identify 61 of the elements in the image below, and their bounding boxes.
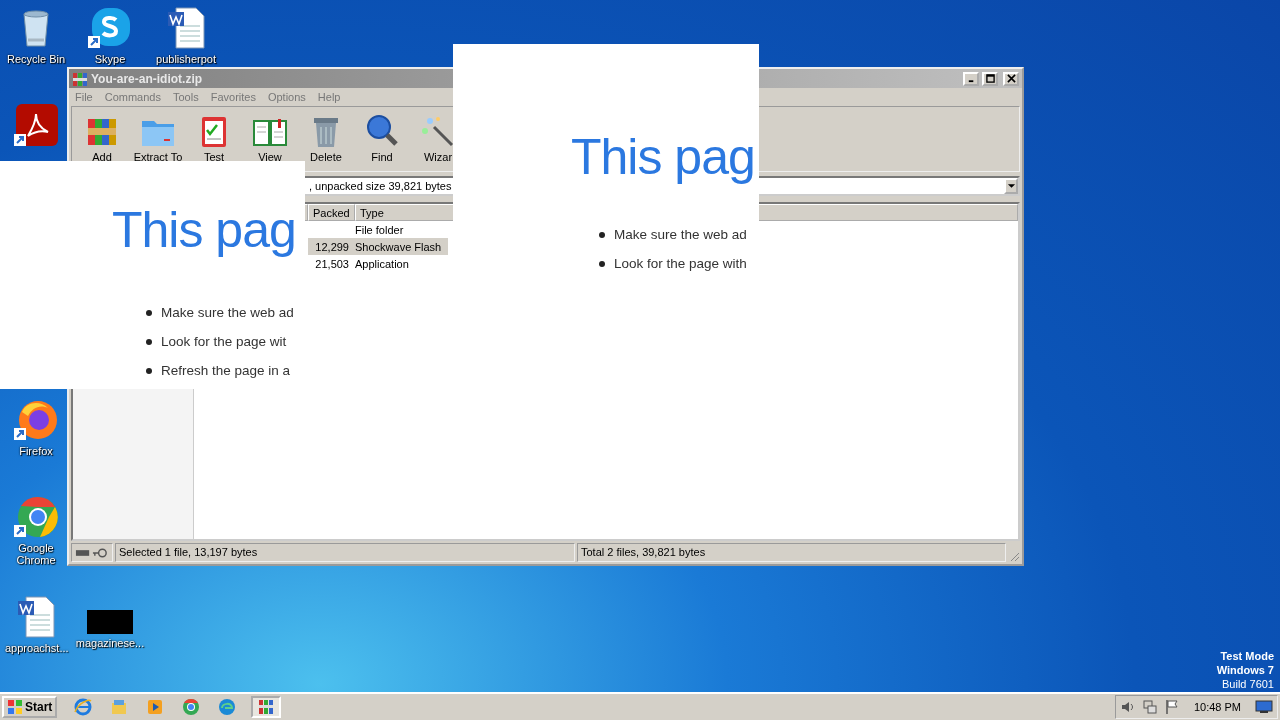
flag-icon[interactable] <box>1163 699 1180 715</box>
chrome-icon <box>182 698 201 716</box>
desktop-icon-label[interactable]: Recycle Bin <box>6 53 66 65</box>
taskbar-app-button[interactable] <box>251 696 282 718</box>
maximize-button[interactable] <box>982 71 998 86</box>
bullet-text: Make sure the web ad <box>161 305 294 320</box>
toolbar-button[interactable]: Wizar <box>411 113 465 171</box>
toolbar-button[interactable]: View <box>243 113 297 171</box>
page-heading: This pag <box>112 202 296 258</box>
bullet-icon <box>146 309 152 316</box>
file-row[interactable]: 21,503 Application <box>308 255 448 272</box>
folder-icon <box>110 698 129 716</box>
status-text: Total 2 files, 39,821 bytes <box>577 543 1006 562</box>
resize-grip-icon[interactable] <box>1008 550 1020 562</box>
drive-key-icon <box>75 546 109 559</box>
media-player-icon <box>146 698 165 716</box>
edge-icon <box>218 698 237 716</box>
desktop-icon-label[interactable]: Google Chrome <box>5 542 67 566</box>
stacked-books-icon <box>72 70 88 87</box>
maximize-icon <box>985 74 995 83</box>
dropdown-arrow-icon <box>1006 183 1016 189</box>
bullet-text: Refresh the page in a <box>161 363 291 378</box>
stacked-books-icon <box>257 698 276 716</box>
bullet-icon <box>599 260 605 267</box>
os-notice-text: Test Mode <box>1220 649 1274 663</box>
bullet-icon <box>599 231 605 238</box>
clock[interactable]: 10:48 PM <box>1193 701 1241 713</box>
close-icon <box>1006 74 1016 83</box>
file-row[interactable]: 12,299 Shockwave Flash <box>308 238 448 255</box>
monitor-icon[interactable] <box>1255 700 1273 714</box>
s-logo-icon[interactable] <box>88 6 132 50</box>
windows-logo-icon <box>7 699 23 715</box>
thumbnail-icon[interactable] <box>87 610 133 634</box>
status-text: Selected 1 file, 13,197 bytes <box>115 543 575 562</box>
close-button[interactable] <box>1003 71 1019 86</box>
start-button[interactable]: Start <box>2 696 58 718</box>
os-notice-text: Windows 7 <box>1216 663 1274 677</box>
toolbar-button[interactable]: Delete <box>299 113 353 171</box>
file-row[interactable]: File folder <box>308 221 448 238</box>
bullet-text: Look for the page wit <box>161 334 287 349</box>
minimize-button[interactable] <box>963 71 979 86</box>
desktop-icon-label[interactable]: publisherpot <box>156 53 216 65</box>
window-title: You-are-an-idiot.zip <box>91 71 203 86</box>
column-header[interactable]: Packed <box>308 204 355 221</box>
bullet-icon <box>146 338 152 345</box>
os-notice-text: Build 7601 <box>1222 677 1274 691</box>
bullet-text: Make sure the web ad <box>614 227 747 242</box>
pdf-app-icon[interactable] <box>14 104 58 148</box>
desktop-icon-label[interactable]: Skype <box>94 53 126 65</box>
desktop-icon-label[interactable]: Firefox <box>19 445 53 457</box>
speaker-icon[interactable] <box>1119 699 1136 715</box>
desktop-icon-label[interactable]: approachst... <box>5 642 67 654</box>
toolbar-button[interactable]: Find <box>355 113 409 171</box>
ie-icon <box>74 698 93 716</box>
fox-globe-icon[interactable] <box>14 398 58 442</box>
network-icon[interactable] <box>1141 699 1158 715</box>
bullet-icon <box>146 367 152 374</box>
chrome-icon[interactable] <box>14 495 58 539</box>
column-header[interactable]: Type <box>355 204 455 221</box>
page-heading: This pag <box>571 129 755 185</box>
bullet-text: Look for the page with <box>614 256 747 271</box>
